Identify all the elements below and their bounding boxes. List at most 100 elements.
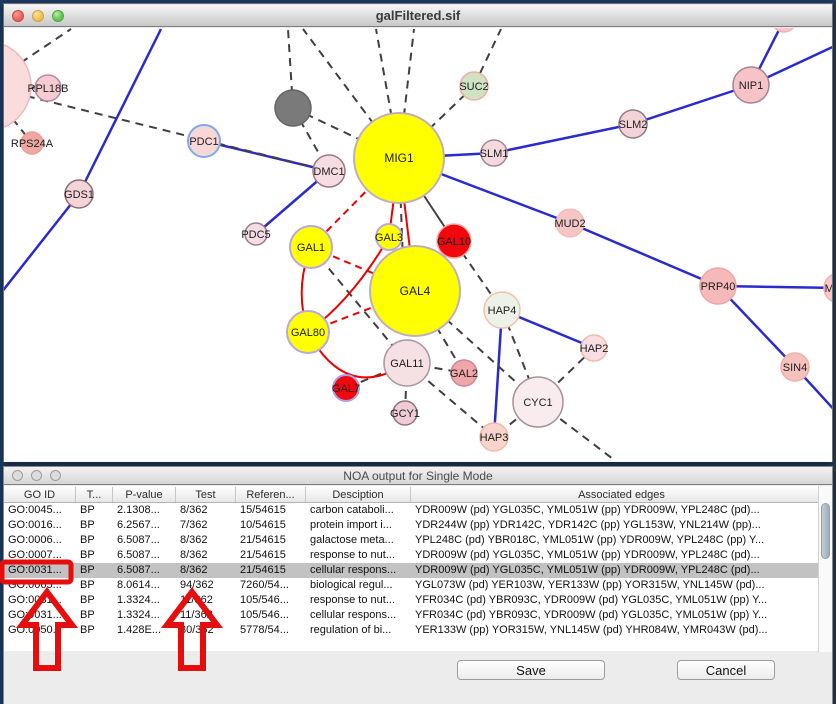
table-cell[interactable]: BP bbox=[76, 608, 113, 623]
table-cell[interactable]: 21/54615 bbox=[236, 548, 306, 563]
table-row[interactable]: GO:0016...BP6.2567...7/36210/54615protei… bbox=[4, 518, 832, 533]
table-cell[interactable]: 1.3324... bbox=[113, 593, 176, 608]
noa-window-titlebar[interactable]: NOA output for Single Mode bbox=[4, 467, 832, 485]
table-cell[interactable]: 105/546... bbox=[236, 593, 306, 608]
scrollbar-thumb[interactable] bbox=[821, 503, 830, 559]
table-cell[interactable]: cellular respons... bbox=[306, 563, 411, 578]
table-row[interactable]: GO:0031...BP1.3324...11/362105/546...cel… bbox=[4, 608, 832, 623]
table-cell[interactable]: YDR009W (pd) YGL035C, YML051W (pp) YDR00… bbox=[411, 563, 832, 578]
table-cell[interactable]: galactose meta... bbox=[306, 533, 411, 548]
column-header-test[interactable]: Test bbox=[176, 487, 236, 502]
table-cell[interactable]: 7/362 bbox=[176, 518, 236, 533]
table-cell[interactable]: GO:0031... bbox=[4, 563, 76, 578]
table-row[interactable]: GO:0065...BP8.0614...94/3627260/54...bio… bbox=[4, 578, 832, 593]
table-cell[interactable]: 94/362 bbox=[176, 578, 236, 593]
table-cell[interactable]: cellular respons... bbox=[306, 608, 411, 623]
table-cell[interactable]: 1.3324... bbox=[113, 608, 176, 623]
table-cell[interactable]: 105/546... bbox=[236, 608, 306, 623]
column-header-associated-edges[interactable]: Associated edges bbox=[411, 487, 832, 502]
table-cell[interactable]: GO:0045... bbox=[4, 503, 76, 518]
vertical-scrollbar[interactable] bbox=[818, 486, 832, 652]
zoom-button[interactable] bbox=[52, 10, 64, 22]
table-cell[interactable]: 6.2567... bbox=[113, 518, 176, 533]
table-cell[interactable]: GO:0065... bbox=[4, 578, 76, 593]
table-cell[interactable]: 6.5087... bbox=[113, 548, 176, 563]
table-cell[interactable]: 6.5087... bbox=[113, 563, 176, 578]
save-button[interactable]: Save bbox=[457, 660, 605, 680]
column-header-go-id[interactable]: GO ID bbox=[4, 487, 76, 502]
table-row[interactable]: GO:0031...BP1.3324...11/362105/546...res… bbox=[4, 593, 832, 608]
table-cell[interactable]: YDR009W (pd) YGL035C, YML051W (pp) YDR00… bbox=[411, 503, 832, 518]
column-header-t-[interactable]: T... bbox=[76, 487, 113, 502]
table-cell[interactable]: GO:0007... bbox=[4, 548, 76, 563]
table-cell[interactable]: BP bbox=[76, 518, 113, 533]
table-row[interactable]: GO:0031...BP6.5087...8/36221/54615cellul… bbox=[4, 563, 832, 578]
table-cell[interactable]: YER133W (pp) YOR315W, YNL145W (pd) YHR08… bbox=[411, 623, 832, 638]
table-cell[interactable]: carbon cataboli... bbox=[306, 503, 411, 518]
close-button[interactable] bbox=[12, 10, 24, 22]
network-window-titlebar[interactable]: galFiltered.sif bbox=[4, 4, 832, 27]
table-cell[interactable]: GO:0006... bbox=[4, 533, 76, 548]
node-GRAY[interactable] bbox=[275, 90, 311, 126]
node-label-CYC1: CYC1 bbox=[523, 397, 552, 409]
network-canvas[interactable]: RPL18BRPS24AGDS1PDC1DMC1PDC5MIG1SUC2SLM1… bbox=[4, 28, 832, 462]
table-row[interactable]: GO:0006...BP6.5087...8/36221/54615galact… bbox=[4, 533, 832, 548]
minimize-button[interactable] bbox=[32, 10, 44, 22]
node-label-SLM1: SLM1 bbox=[480, 148, 509, 160]
table-cell[interactable]: YFR034C (pd) YBR093C, YDR009W (pd) YGL03… bbox=[411, 608, 832, 623]
table-cell[interactable]: YDR244W (pp) YDR142C, YDR142C (pp) YGL15… bbox=[411, 518, 832, 533]
node-TRN[interactable] bbox=[772, 28, 796, 32]
close-button[interactable] bbox=[12, 470, 23, 481]
column-header-referen-[interactable]: Referen... bbox=[236, 487, 306, 502]
table-cell[interactable]: YDR009W (pd) YGL035C, YML051W (pp) YDR00… bbox=[411, 548, 832, 563]
node-label-RPS24A: RPS24A bbox=[11, 138, 54, 150]
noa-output-window: NOA output for Single Mode GO IDT...P-va… bbox=[3, 466, 833, 704]
table-cell[interactable]: 80/362 bbox=[176, 623, 236, 638]
column-header-p-value[interactable]: P-value bbox=[113, 487, 176, 502]
table-cell[interactable]: GO:0031... bbox=[4, 608, 76, 623]
table-cell[interactable]: 10/54615 bbox=[236, 518, 306, 533]
table-cell[interactable]: 6.5087... bbox=[113, 533, 176, 548]
table-cell[interactable]: BP bbox=[76, 623, 113, 638]
table-cell[interactable]: regulation of bi... bbox=[306, 623, 411, 638]
node-label-GAL1: GAL1 bbox=[297, 242, 325, 254]
minimize-button[interactable] bbox=[31, 470, 42, 481]
table-cell[interactable]: YPL248C (pd) YBR018C, YML051W (pp) YDR00… bbox=[411, 533, 832, 548]
table-row[interactable]: GO:0007...BP6.5087...8/36221/54615respon… bbox=[4, 548, 832, 563]
table-cell[interactable]: GO:0016... bbox=[4, 518, 76, 533]
table-cell[interactable]: 8/362 bbox=[176, 548, 236, 563]
table-cell[interactable]: GO:0031... bbox=[4, 593, 76, 608]
table-cell[interactable]: protein import i... bbox=[306, 518, 411, 533]
table-cell[interactable]: BP bbox=[76, 533, 113, 548]
table-cell[interactable]: 2.1308... bbox=[113, 503, 176, 518]
table-row[interactable]: GO:0050...BP1.428E...80/3625778/54...reg… bbox=[4, 623, 832, 638]
table-cell[interactable]: biological regul... bbox=[306, 578, 411, 593]
table-cell[interactable]: BP bbox=[76, 548, 113, 563]
table-cell[interactable]: 8/362 bbox=[176, 563, 236, 578]
table-cell[interactable]: BP bbox=[76, 593, 113, 608]
table-cell[interactable]: GO:0050... bbox=[4, 623, 76, 638]
table-cell[interactable]: 8/362 bbox=[176, 503, 236, 518]
table-cell[interactable]: BP bbox=[76, 578, 113, 593]
table-cell[interactable]: BP bbox=[76, 563, 113, 578]
zoom-button[interactable] bbox=[50, 470, 61, 481]
table-cell[interactable]: 21/54615 bbox=[236, 533, 306, 548]
table-row[interactable]: GO:0045...BP2.1308...8/36215/54615carbon… bbox=[4, 503, 832, 518]
column-header-desciption[interactable]: Desciption bbox=[306, 487, 411, 502]
table-cell[interactable]: 7260/54... bbox=[236, 578, 306, 593]
table-cell[interactable]: 15/54615 bbox=[236, 503, 306, 518]
table-cell[interactable]: 8/362 bbox=[176, 533, 236, 548]
node-label-PDC5: PDC5 bbox=[241, 229, 270, 241]
table-cell[interactable]: response to nut... bbox=[306, 593, 411, 608]
table-cell[interactable]: 21/54615 bbox=[236, 563, 306, 578]
table-cell[interactable]: response to nut... bbox=[306, 548, 411, 563]
cancel-button[interactable]: Cancel bbox=[677, 660, 775, 680]
table-cell[interactable]: 1.428E... bbox=[113, 623, 176, 638]
table-cell[interactable]: BP bbox=[76, 503, 113, 518]
table-cell[interactable]: 8.0614... bbox=[113, 578, 176, 593]
table-cell[interactable]: 11/362 bbox=[176, 608, 236, 623]
table-cell[interactable]: YFR034C (pd) YBR093C, YDR009W (pd) YGL03… bbox=[411, 593, 832, 608]
table-cell[interactable]: 5778/54... bbox=[236, 623, 306, 638]
table-cell[interactable]: YGL073W (pd) YER103W, YER133W (pp) YOR31… bbox=[411, 578, 832, 593]
table-cell[interactable]: 11/362 bbox=[176, 593, 236, 608]
